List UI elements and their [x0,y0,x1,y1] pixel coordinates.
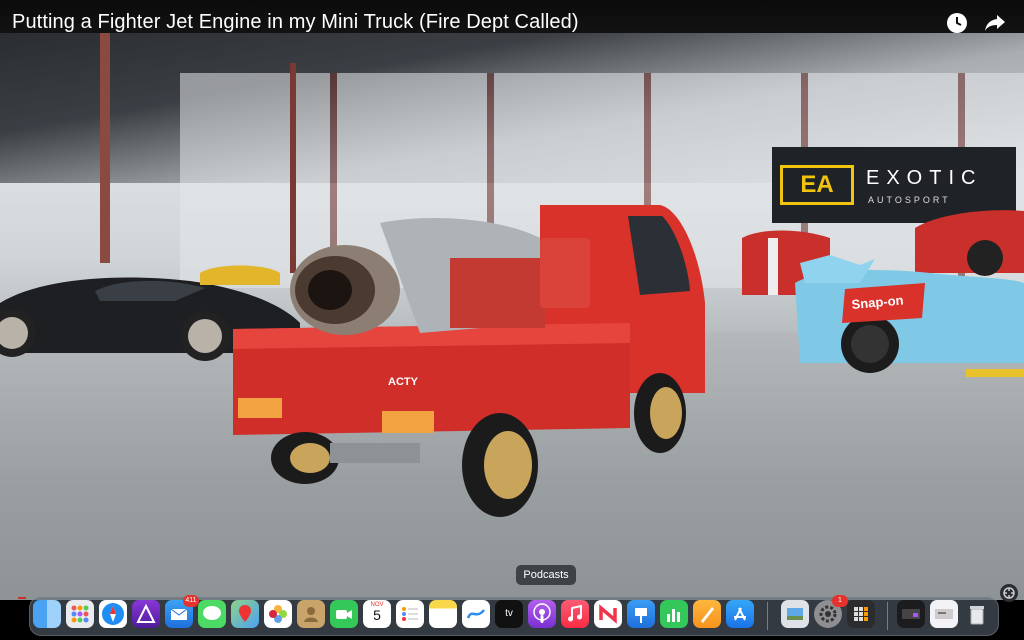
calendar-day: 5 [373,607,381,623]
podcasts-icon[interactable] [528,600,556,628]
red-mini-truck: ACTY [233,205,705,517]
keynote-icon[interactable] [627,600,655,628]
preview-icon[interactable] [781,600,809,628]
mail-icon[interactable]: 411 [165,595,199,628]
apple-tv-icon[interactable]: tv [495,600,523,628]
video-frame[interactable]: EA EXOTIC AUTOSPORT Snap-on ACTY [0,33,1024,600]
watch-later-icon[interactable] [946,12,968,34]
trash-icon[interactable] [963,600,991,628]
scene-illustration: Snap-on ACTY [0,205,1024,517]
music-icon[interactable] [561,600,589,628]
contacts-icon[interactable] [297,600,325,628]
truck-badge: ACTY [388,376,419,388]
facetime-icon[interactable] [330,600,358,628]
system-settings-icon[interactable]: 1 [814,595,848,628]
dock-separator [767,602,768,630]
display-thumbnail-icon[interactable] [930,600,958,628]
settings-badge: 1 [832,595,848,607]
fullscreen-icon[interactable] [1000,584,1018,602]
share-icon[interactable] [984,12,1006,34]
macos-dock: 411 NOV 5 tv 1 [29,595,999,636]
pages-icon[interactable] [693,600,721,628]
screen-thumbnail-icon[interactable] [897,600,925,628]
progress-marker [18,597,26,599]
numbers-icon[interactable] [660,600,688,628]
affinity-icon[interactable] [132,600,160,628]
finder-icon[interactable] [33,600,61,628]
reminders-icon[interactable] [396,600,424,628]
app-store-icon[interactable] [726,600,754,628]
calendar-icon[interactable]: NOV 5 [363,600,391,628]
dock-tooltip: Podcasts [516,565,576,585]
mail-badge: 411 [183,595,199,607]
launchpad-icon[interactable] [66,600,94,628]
photos-icon[interactable] [264,600,292,628]
news-icon[interactable] [594,600,622,628]
notes-icon[interactable] [429,600,457,628]
calculator-icon[interactable] [847,600,875,628]
video-title[interactable]: Putting a Fighter Jet Engine in my Mini … [12,11,579,34]
safari-icon[interactable] [99,600,127,628]
freeform-icon[interactable] [462,600,490,628]
dock-separator [887,602,888,630]
messages-icon[interactable] [198,600,226,628]
maps-icon[interactable] [231,600,259,628]
